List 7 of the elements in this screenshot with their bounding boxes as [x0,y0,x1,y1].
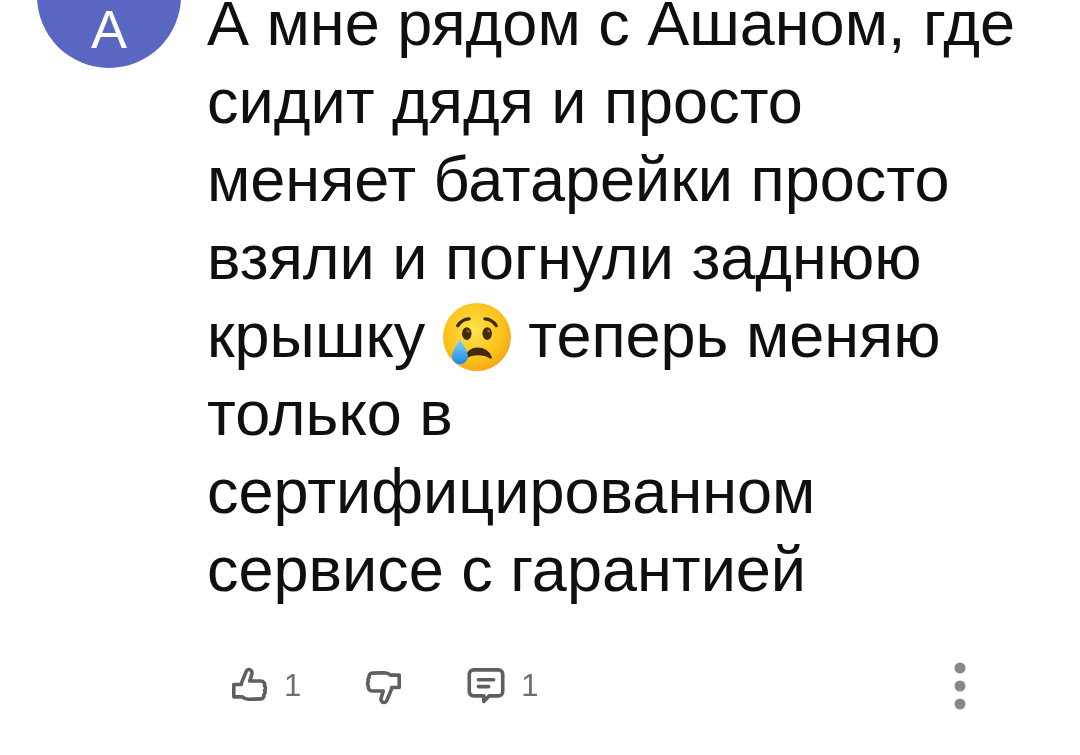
like-button[interactable]: 1 [218,663,314,709]
comment-icon [467,667,506,705]
crying-face-icon [442,303,511,371]
comment-text: А мне рядом с Ашаном, где сидит дядя и просто меняет батарейки просто взяли и погнули заднюю крышку теперь меняю только в сертифицированном сервисе с гарантией [207,0,1016,606]
more-icon [954,662,966,710]
avatar[interactable]: А [37,0,181,68]
reply-button[interactable]: 1 [455,663,551,709]
